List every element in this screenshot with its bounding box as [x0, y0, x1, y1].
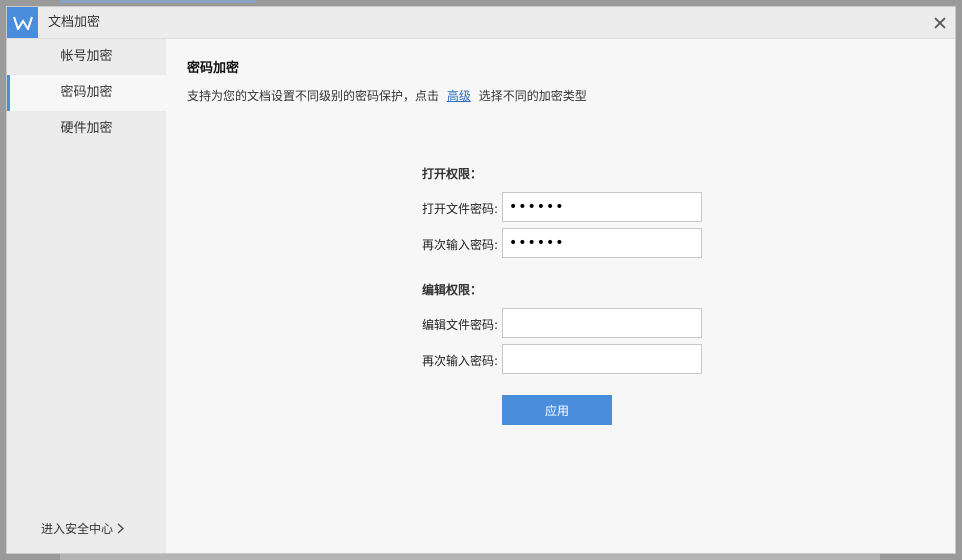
security-center-link[interactable]: 进入安全中心 — [41, 520, 124, 537]
window-title: 文档加密 — [48, 15, 101, 30]
security-center-label: 进入安全中心 — [41, 522, 114, 536]
background-window-tab — [60, 0, 256, 3]
sidebar-item-hardware-encryption[interactable]: 硬件加密 — [7, 111, 166, 147]
open-password-label: 打开文件密码: — [422, 202, 499, 216]
page-title: 密码加密 — [187, 61, 240, 76]
document-encryption-dialog: 文档加密 帐号加密 密码加密 硬件加密 进入安全中心 密码加密 支持为您的文档设… — [6, 6, 956, 554]
chevron-right-icon — [117, 523, 124, 534]
edit-permission-label: 编辑权限： — [422, 283, 483, 297]
open-permission-label: 打开权限： — [422, 167, 483, 181]
sidebar-item-password-encryption[interactable]: 密码加密 — [7, 75, 166, 111]
apply-button[interactable]: 应用 — [502, 395, 612, 425]
description-suffix: 选择不同的加密类型 — [478, 89, 587, 103]
close-button[interactable] — [928, 11, 951, 34]
edit-password-confirm-label: 再次输入密码: — [422, 354, 499, 368]
edit-password-input[interactable] — [502, 308, 702, 338]
close-icon — [933, 16, 946, 29]
description: 支持为您的文档设置不同级别的密码保护，点击 高级 选择不同的加密类型 — [187, 87, 587, 104]
wps-writer-icon — [7, 7, 38, 38]
edit-password-label: 编辑文件密码: — [422, 318, 499, 332]
main-content: 密码加密 支持为您的文档设置不同级别的密码保护，点击 高级 选择不同的加密类型 … — [166, 39, 955, 553]
advanced-link[interactable]: 高级 — [447, 89, 471, 103]
background-window-edge — [60, 554, 880, 560]
sidebar: 帐号加密 密码加密 硬件加密 进入安全中心 — [7, 39, 166, 553]
open-password-confirm-input[interactable] — [502, 228, 702, 258]
title-bar: 文档加密 — [7, 7, 955, 39]
open-password-input[interactable] — [502, 192, 702, 222]
description-prefix: 支持为您的文档设置不同级别的密码保护，点击 — [187, 89, 440, 103]
edit-password-confirm-input[interactable] — [502, 344, 702, 374]
open-password-confirm-label: 再次输入密码: — [422, 238, 499, 252]
sidebar-item-account-encryption[interactable]: 帐号加密 — [7, 39, 166, 75]
